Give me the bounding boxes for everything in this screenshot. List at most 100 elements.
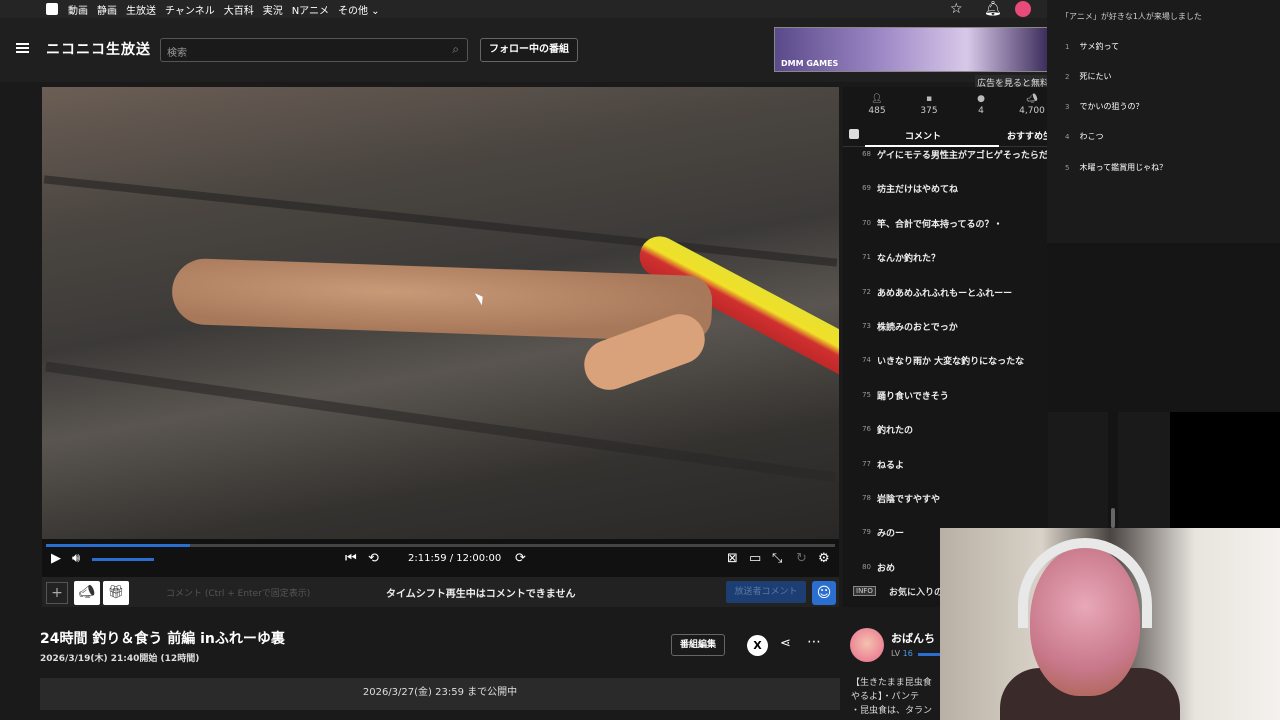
info-tag: INFO: [853, 586, 876, 596]
tab-active-indicator: [865, 145, 999, 147]
search-input[interactable]: 検索 ⌕: [160, 38, 468, 62]
volume-icon[interactable]: 🔊︎: [72, 551, 80, 566]
stat-gifts: 📣︎ 4,700: [1012, 94, 1052, 116]
plus-icon[interactable]: +: [46, 582, 68, 604]
comment-number: 80: [862, 562, 871, 571]
comment-list[interactable]: 68 ゲイにモテる男性主がアゴヒゲそったらだれ 69 坊主だけはやめてね 70 竿、合計で…: [843, 148, 1048, 578]
comment-row[interactable]: 75 踊り食いできそう: [843, 389, 1048, 419]
theater-mode-icon[interactable]: ▭: [749, 551, 761, 566]
comment-row[interactable]: 69 坊主だけはやめてね: [843, 182, 1048, 212]
seek-bar[interactable]: [46, 544, 835, 547]
comment-scrollbar[interactable]: [1108, 412, 1118, 528]
star-icon[interactable]: ☆: [950, 1, 963, 17]
comment-input[interactable]: コメント (Ctrl + Enterで固定表示): [166, 586, 310, 599]
following-programs-button[interactable]: フォロー中の番組: [480, 38, 578, 62]
comment-row[interactable]: 68 ゲイにモテる男性主がアゴヒゲそったらだれ: [843, 148, 1048, 178]
comment-number: 78: [862, 494, 871, 502]
level-bar: [918, 653, 942, 656]
comment-text: 釣れたの: [877, 426, 914, 437]
comment-text: 踊り食いできそう: [877, 391, 949, 402]
comment-number: 76: [862, 425, 871, 434]
comment-text: 竿、合計で何本持ってるの？・: [877, 219, 1003, 230]
share-icon[interactable]: ⋖: [780, 636, 791, 651]
x-share-icon[interactable]: X: [747, 635, 768, 656]
global-link-video[interactable]: 動画: [68, 2, 88, 17]
volume-slider[interactable]: [92, 558, 154, 561]
comment-icon: ▪: [925, 94, 933, 104]
tab-comment[interactable]: コメント: [905, 129, 941, 142]
comment-number: 71: [862, 253, 871, 262]
stream-overlay-panel: 「アニメ」が好きな1人が来場しました 1 サメ釣って 2 死にたい 3 でかいの…: [1047, 0, 1280, 412]
comment-number: 68: [862, 150, 871, 158]
user-avatar[interactable]: [1015, 1, 1031, 17]
play-icon[interactable]: ▶: [51, 551, 61, 566]
reload-icon[interactable]: ↻: [796, 551, 807, 566]
comment-disabled-message: タイムシフト再生中はコメントできません: [386, 589, 576, 600]
comment-number: 74: [862, 356, 871, 365]
comment-row[interactable]: 78 岩陰ですやすや: [843, 492, 1048, 522]
emoji-icon[interactable]: ☺: [812, 581, 836, 605]
menu-icon[interactable]: [16, 43, 29, 53]
broadcaster-level: LV 16: [891, 649, 913, 658]
scrollbar-thumb[interactable]: [1111, 508, 1115, 528]
broadcaster-avatar[interactable]: [850, 628, 884, 662]
comment-settings-icon[interactable]: [849, 129, 859, 139]
time-display: 2:11:59 / 12:00:00: [408, 553, 502, 564]
comment-row[interactable]: 71 なんか釣れた？: [843, 251, 1048, 281]
tab-recommend[interactable]: おすすめ生: [1007, 129, 1052, 142]
stat-comments: ▪ 375: [909, 94, 949, 116]
player-controls: ▶ 🔊︎ ⏮ ⟲ 2:11:59 / 12:00:00 ⟳ ⊠ ▭ ⤡ ↻ ⚙: [42, 539, 839, 577]
comment-number: 69: [862, 184, 871, 193]
comment-row[interactable]: 73 株読みのおとでっか: [843, 320, 1048, 350]
bell-icon[interactable]: 🔔︎: [984, 1, 1002, 17]
global-link-seiga[interactable]: 静画: [97, 2, 117, 17]
broadcaster-tool-icon[interactable]: 📣︎: [74, 581, 100, 605]
webcam-overlay: [940, 528, 1280, 720]
chevron-down-icon: ⌄: [371, 6, 380, 17]
viewer-icon: 👤︎: [871, 94, 883, 104]
settings-gear-icon[interactable]: ⚙: [818, 551, 830, 566]
broadcaster-comment-button[interactable]: 放送者コメント: [726, 581, 806, 603]
webcam-headphones: [1018, 538, 1152, 628]
comment-row[interactable]: 76 釣れたの: [843, 423, 1048, 453]
ad-banner[interactable]: DMM GAMES: [774, 27, 1050, 72]
video-frame-shape: [43, 175, 838, 267]
comment-text: あめあめふれふれもーとふれーー: [877, 288, 1013, 299]
global-link-live[interactable]: 生放送: [126, 2, 156, 17]
seek-bar-fill: [46, 544, 191, 547]
gift-icon[interactable]: 🎁︎: [103, 581, 129, 605]
program-title: 24時間 釣り＆食う 前編 inふれーゆ裏: [40, 631, 285, 647]
availability-notice: 2026/3/27(金) 23:59 まで公開中: [40, 678, 840, 710]
overlay-item: 3 でかいの狙うの？: [1065, 102, 1144, 111]
fullscreen-icon[interactable]: ⤡: [772, 551, 782, 566]
stat-ads: ● 4: [961, 94, 1001, 116]
search-icon[interactable]: ⌕: [452, 42, 459, 57]
comment-row[interactable]: 77 ねるよ: [843, 458, 1048, 488]
edit-program-button[interactable]: 番組編集: [671, 634, 725, 656]
rewind-icon[interactable]: ⟲: [368, 551, 379, 566]
comment-number: 75: [862, 390, 871, 399]
niconico-logo-icon[interactable]: [46, 3, 58, 15]
skip-back-icon[interactable]: ⏮: [345, 551, 357, 566]
site-logo[interactable]: ニコニコ生放送: [46, 39, 151, 59]
more-icon[interactable]: ⋯: [807, 634, 821, 650]
global-link-more[interactable]: その他 ⌄: [338, 2, 380, 17]
comment-row[interactable]: 72 あめあめふれふれもーとふれーー: [843, 286, 1048, 316]
broadcaster-name[interactable]: おばんち: [891, 630, 935, 646]
comment-number: 77: [862, 459, 871, 468]
forward-icon[interactable]: ⟳: [515, 551, 526, 566]
gift-points-icon: 📣︎: [1026, 94, 1038, 104]
comment-toggle-icon[interactable]: ⊠: [727, 551, 738, 566]
comment-row[interactable]: 74 いきなり雨か 大変な釣りになったな: [843, 354, 1048, 384]
video-player[interactable]: [42, 87, 839, 539]
global-link-channel[interactable]: チャンネル: [165, 2, 215, 17]
comment-text: 岩陰ですやすや: [877, 495, 941, 505]
overlay-item: 5 木曜って鑑賞用じゃね？: [1065, 163, 1168, 172]
comment-row[interactable]: 70 竿、合計で何本持ってるの？・: [843, 217, 1048, 247]
info-text[interactable]: お気に入りの: [889, 585, 943, 598]
comment-number: 70: [862, 218, 871, 227]
overlay-black-area: [1170, 412, 1280, 528]
global-link-jikkyo[interactable]: 実況: [263, 2, 283, 17]
global-link-nanime[interactable]: Nアニメ: [292, 2, 329, 17]
global-link-dic[interactable]: 大百科: [224, 2, 254, 17]
